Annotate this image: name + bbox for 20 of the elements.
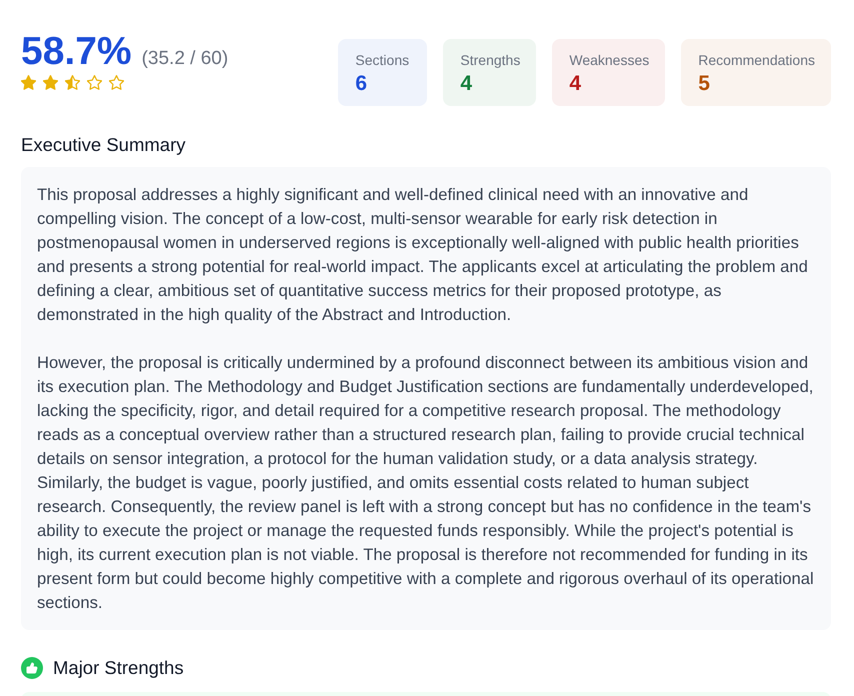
section-heading: Executive Summary [21,133,186,157]
stat-label: Weaknesses [569,51,650,70]
stat-value: 5 [698,71,711,97]
summary-paragraph: However, the proposal is critically undermined by a profound disconnect between its ambitious vision and its execution plan. The Methodology and Budget Justification sections are fundamentally underdeveloped, lacking the specificity, rigor, and detail required for a competitive research proposal. The methodology reads as a conceptual overview rather than a structured research plan, failing to provide crucial technical details on sensor integration, a protocol for the human validation study, or a data analysis strategy. Similarly, the budget is vague, poorly justified, and omits essential costs related to human subject research. Consequently, the review panel is left with a strong concept but has no confidence in the team's ability to execute the project or manage the requested funds responsibly. While the project's potential is high, its current execution plan is not viable. The proposal is therefore not recommended for funding in its present form but could become highly competitive with a complete and rigorous overhaul of its operational sections. [37,352,815,614]
star-icon [109,75,124,90]
stat-value: 6 [355,71,368,97]
score-percent: 58.7% [21,30,132,74]
stat-label: Strengths [460,51,520,70]
star-icon [43,75,58,90]
stat-value: 4 [569,71,582,97]
stat-label: Sections [355,51,410,70]
star-icon [65,75,80,90]
section-heading: Major Strengths [53,656,184,680]
stat-value: 4 [460,71,474,97]
star-icon [21,75,36,90]
stat-label: Recommendations [698,51,815,70]
thumbs-up-icon [21,657,43,679]
score-points: (35.2 / 60) [142,47,228,71]
star-icon [87,75,102,90]
summary-paragraph: This proposal addresses a highly significant and well-defined clinical need with an innovative and compelling vision. The concept of a low-cost, multi-sensor wearable for early risk detection in postmenopausal women in underserved regions is exceptionally well-aligned with public health priorities and presents a strong potential for real-world impact. The applicants excel at articulating the problem and defining a clear, ambitious set of quantitative success metrics for their proposed prototype, as demonstrated in the high quality of the Abstract and Introduction. [37,184,809,326]
